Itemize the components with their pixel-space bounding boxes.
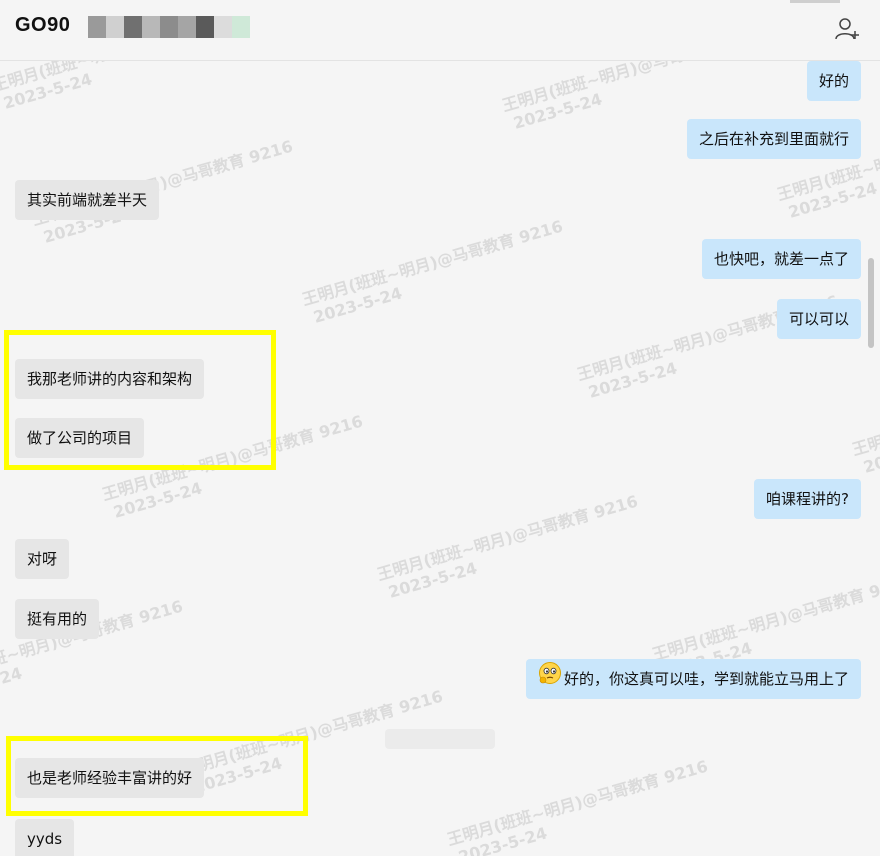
message-bubble-sent[interactable]: 也快吧，就差一点了 <box>701 239 861 279</box>
message-list[interactable]: 王明月(班班~明月)@马哥教育 92162023-5-24 王明月(班班~明月)… <box>0 61 880 856</box>
watermark: 王明月(班班~明月)@马哥教育 92162023-5-24 <box>850 367 880 477</box>
mosaic-tile <box>232 16 250 38</box>
message-bubble-sent[interactable]: 好的，你这真可以哇，学到就能立马用上了 <box>525 659 861 700</box>
message-bubble-received[interactable]: 我那老师讲的内容和架构 <box>15 359 205 399</box>
message-bubble-received[interactable]: yyds <box>15 819 75 856</box>
add-contact-button[interactable] <box>832 14 862 44</box>
redacted-sender-name <box>385 729 495 749</box>
message-bubble-received[interactable]: 做了公司的项目 <box>15 418 145 458</box>
mosaic-tile <box>160 16 178 38</box>
message-bubble-sent[interactable]: 可以可以 <box>776 299 861 339</box>
chat-header: GO90 <box>0 0 880 61</box>
message-bubble-sent[interactable]: 之后在补充到里面就行 <box>686 119 861 159</box>
thinking-face-icon <box>538 660 562 700</box>
mosaic-tile <box>214 16 232 38</box>
watermark: 王明月(班班~明月)@马哥教育 92162023-5-24 <box>445 756 710 856</box>
message-bubble-received[interactable]: 挺有用的 <box>15 599 100 639</box>
message-bubble-received[interactable]: 也是老师经验丰富讲的好 <box>15 758 205 798</box>
redacted-title-mosaic <box>88 16 250 38</box>
watermark: 王明月(班班~明月)@马哥教育 92162023-5-24 <box>300 216 565 327</box>
mosaic-tile <box>178 16 196 38</box>
mosaic-tile <box>196 16 214 38</box>
add-user-icon <box>835 18 859 40</box>
mosaic-tile <box>106 16 124 38</box>
window-top-edge <box>790 0 840 3</box>
chat-title: GO90 <box>15 14 71 36</box>
watermark: 王明月(班班~明月)@马哥教育 92162023-5-24 <box>375 491 640 602</box>
watermark: 王明月(班班~明月)@马哥教育 92162023-5-24 <box>0 61 255 113</box>
mosaic-tile <box>88 16 106 38</box>
message-bubble-sent[interactable]: 好的 <box>806 61 861 101</box>
scrollbar[interactable] <box>868 258 874 348</box>
message-bubble-received[interactable]: 其实前端就差半天 <box>15 180 160 220</box>
message-bubble-received[interactable]: 对呀 <box>15 539 70 579</box>
message-bubble-sent[interactable]: 咱课程讲的? <box>754 479 861 519</box>
message-text: 好的，你这真可以哇，学到就能立马用上了 <box>563 670 849 688</box>
mosaic-tile <box>124 16 142 38</box>
mosaic-tile <box>142 16 160 38</box>
